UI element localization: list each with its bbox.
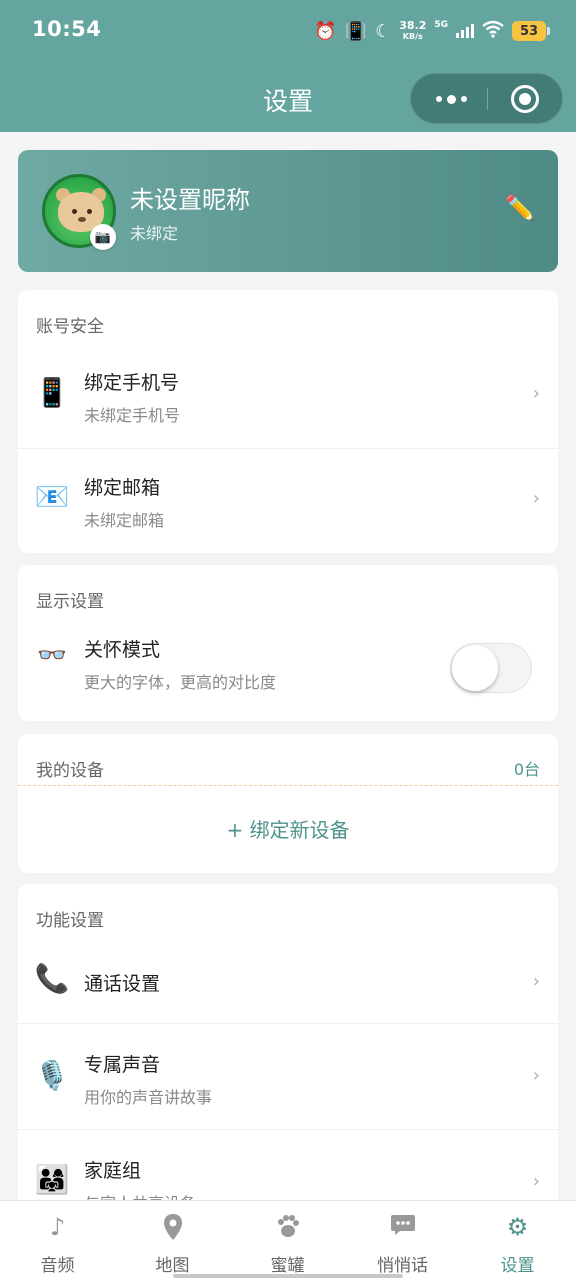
tab-whisper[interactable]: 悄悄话	[345, 1201, 460, 1280]
paw-icon	[230, 1213, 345, 1245]
bind-phone-sub: 未绑定手机号	[84, 406, 181, 425]
tab-label: 地图	[155, 1256, 190, 1276]
more-dots-icon[interactable]	[431, 92, 471, 106]
bind-email-sub: 未绑定邮箱	[84, 511, 165, 530]
my-devices-card: 我的设备 0台 + 绑定新设备	[18, 734, 558, 873]
bind-phone-row[interactable]: 📱 绑定手机号 未绑定手机号 ›	[18, 342, 558, 448]
profile-card[interactable]: 📷 未设置昵称 未绑定 ✏️	[18, 150, 558, 272]
app-header: 10:54 ⏰ 📳 ☾ 38.2 KB/s 5G 53 设置	[0, 0, 576, 132]
care-mode-label: 关怀模式	[84, 639, 161, 661]
section-title-account: 账号安全	[36, 317, 104, 337]
moon-icon: ☾	[375, 20, 392, 42]
alarm-icon: ⏰	[314, 20, 337, 42]
section-title-devices: 我的设备	[36, 761, 104, 781]
call-settings-label: 通话设置	[84, 973, 161, 995]
toggle-knob	[452, 645, 498, 691]
family-group-row[interactable]: 👨‍👩‍👧 家庭组 与家人共享设备 ›	[18, 1129, 558, 1200]
tab-label: 悄悄话	[377, 1256, 428, 1276]
dashed-divider	[18, 785, 558, 786]
status-icons: ⏰ 📳 ☾ 38.2 KB/s 5G 53	[314, 16, 550, 46]
add-device-label: 绑定新设备	[249, 818, 350, 842]
map-pin-icon	[115, 1213, 230, 1247]
settings-scroll[interactable]: 📷 未设置昵称 未绑定 ✏️ 账号安全 📱 绑定手机号 未绑定手机号 › 📧 绑…	[0, 132, 576, 1200]
telephone-icon: 📞	[34, 962, 70, 995]
camera-icon[interactable]: 📷	[90, 224, 116, 250]
account-security-card: 账号安全 📱 绑定手机号 未绑定手机号 › 📧 绑定邮箱 未绑定邮箱 ›	[18, 290, 558, 553]
music-note-icon: ♪	[49, 1213, 66, 1241]
net-speed-value: 38.2	[399, 19, 427, 32]
capsule-divider	[487, 88, 488, 110]
bind-email-label: 绑定邮箱	[84, 477, 161, 499]
section-title-display: 显示设置	[36, 592, 104, 612]
net-speed-unit: KB/s	[402, 32, 423, 41]
vibrate-icon: 📳	[344, 20, 368, 42]
call-settings-row[interactable]: 📞 通话设置 ›	[18, 936, 558, 1023]
tab-label: 设置	[500, 1256, 535, 1276]
status-time: 10:54	[32, 17, 102, 41]
function-settings-card: 功能设置 📞 通话设置 › 🎙️ 专属声音 用你的声音讲故事 › 👨‍👩‍👧 家…	[18, 884, 558, 1200]
care-mode-toggle[interactable]	[450, 643, 532, 693]
tab-label: 音频	[40, 1256, 75, 1276]
chevron-right-icon: ›	[532, 1065, 540, 1086]
custom-voice-label: 专属声音	[84, 1054, 161, 1076]
target-icon[interactable]	[511, 85, 539, 113]
gear-icon: ⚙	[506, 1213, 529, 1241]
custom-voice-sub: 用你的声音讲故事	[84, 1088, 213, 1107]
chat-bubble-icon	[345, 1213, 460, 1243]
nickname: 未设置昵称	[130, 186, 250, 214]
chevron-right-icon: ›	[532, 488, 540, 509]
chevron-right-icon: ›	[532, 971, 540, 992]
tab-map[interactable]: 地图	[115, 1201, 230, 1280]
bind-status: 未绑定	[130, 224, 179, 243]
plus-icon: +	[226, 818, 244, 842]
status-bar: 10:54 ⏰ 📳 ☾ 38.2 KB/s 5G 53	[0, 0, 576, 62]
pencil-icon[interactable]: ✏️	[505, 194, 535, 222]
custom-voice-row[interactable]: 🎙️ 专属声音 用你的声音讲故事 ›	[18, 1023, 558, 1129]
section-title-function: 功能设置	[36, 911, 104, 931]
bottom-tabbar: ♪ 音频 地图 蜜罐 悄悄话 ⚙ 设置	[0, 1200, 576, 1280]
signal-icon	[456, 24, 474, 38]
tab-label: 蜜罐	[270, 1256, 305, 1276]
display-settings-card: 显示设置 👓 关怀模式 更大的字体，更高的对比度	[18, 565, 558, 721]
chevron-right-icon: ›	[532, 383, 540, 404]
family-group-label: 家庭组	[84, 1160, 142, 1182]
net-speed: 38.2 KB/s	[399, 20, 426, 42]
device-count: 0台	[513, 760, 540, 779]
network-type: 5G	[434, 20, 448, 30]
tab-honeypot[interactable]: 蜜罐	[230, 1201, 345, 1280]
bind-email-row[interactable]: 📧 绑定邮箱 未绑定邮箱 ›	[18, 448, 558, 553]
mini-program-capsule	[410, 73, 563, 124]
tab-settings[interactable]: ⚙ 设置	[460, 1201, 575, 1280]
email-icon: 📧	[34, 480, 70, 513]
family-icon: 👨‍👩‍👧	[34, 1163, 70, 1196]
family-group-sub: 与家人共享设备	[84, 1190, 196, 1200]
wifi-icon	[482, 20, 504, 43]
chevron-right-icon: ›	[532, 1171, 540, 1192]
microphone-icon: 🎙️	[34, 1059, 70, 1092]
home-indicator	[173, 1274, 403, 1278]
add-device-button[interactable]: + 绑定新设备	[18, 814, 558, 843]
bind-phone-label: 绑定手机号	[84, 372, 180, 394]
battery-icon: 53	[512, 21, 550, 41]
phone-icon: 📱	[34, 376, 70, 409]
avatar[interactable]: 📷	[42, 174, 116, 250]
tab-audio[interactable]: ♪ 音频	[0, 1201, 115, 1280]
glasses-icon: 👓	[37, 641, 67, 669]
care-mode-sub: 更大的字体，更高的对比度	[84, 673, 277, 692]
